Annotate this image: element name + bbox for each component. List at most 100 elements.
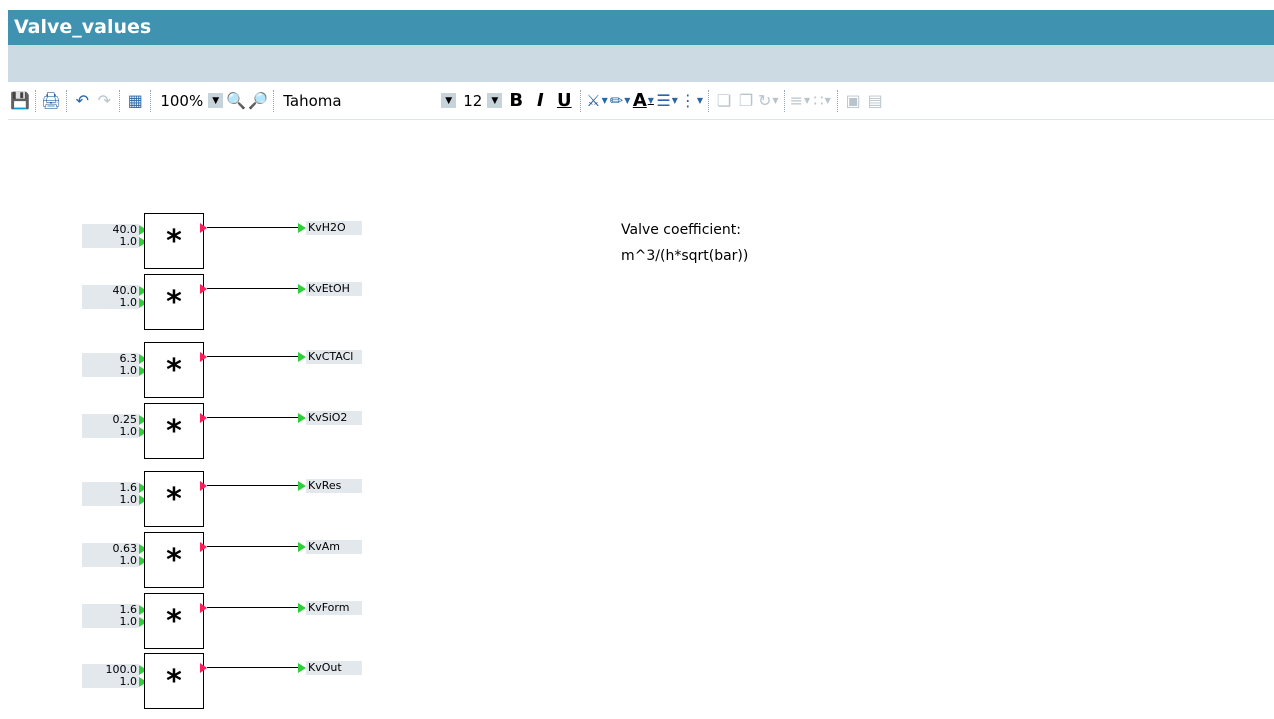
output-pin[interactable] bbox=[200, 352, 207, 362]
multiply-operator-box[interactable]: * bbox=[144, 593, 204, 649]
output-tag-label[interactable]: KvCTACl bbox=[306, 350, 362, 364]
multiply-operator-box[interactable]: * bbox=[144, 653, 204, 709]
target-pin[interactable] bbox=[298, 223, 306, 233]
output-tag-label[interactable]: KvSiO2 bbox=[306, 411, 362, 425]
toolbar-separator bbox=[580, 89, 582, 112]
target-pin[interactable] bbox=[298, 284, 306, 294]
output-tag-label[interactable]: KvEtOH bbox=[306, 282, 362, 296]
line-weight-icon[interactable]: ☰ ▼ bbox=[656, 89, 678, 113]
group-icon[interactable]: ▣ bbox=[843, 89, 863, 113]
output-tag-label[interactable]: KvRes bbox=[306, 479, 362, 493]
chevron-down-icon[interactable]: ▼ bbox=[487, 93, 503, 108]
bold-button[interactable]: B bbox=[505, 89, 527, 113]
bring-front-icon[interactable]: ❏ bbox=[714, 89, 734, 113]
output-pin[interactable] bbox=[200, 413, 207, 423]
multiply-operator-box[interactable]: * bbox=[144, 532, 204, 588]
connection-wire[interactable] bbox=[207, 417, 299, 418]
chevron-down-icon[interactable]: ▼ bbox=[441, 93, 457, 108]
output-pin[interactable] bbox=[200, 542, 207, 552]
font-size-select[interactable]: 12 ▼ bbox=[459, 89, 503, 113]
zoom-select[interactable]: 100% ▼ bbox=[156, 89, 224, 113]
output-tag-label[interactable]: KvAm bbox=[306, 540, 362, 554]
output-pin[interactable] bbox=[200, 663, 207, 673]
target-pin[interactable] bbox=[298, 542, 306, 552]
zoom-in-icon[interactable]: 🔎 bbox=[248, 89, 268, 113]
multiply-operator-box[interactable]: * bbox=[144, 342, 204, 398]
font-name-select[interactable]: Tahoma ▼ bbox=[279, 89, 457, 113]
toolbar-separator bbox=[783, 89, 785, 112]
send-back-icon[interactable]: ❐ bbox=[736, 89, 756, 113]
multiply-symbol: * bbox=[166, 413, 182, 449]
multiply-symbol: * bbox=[166, 223, 182, 259]
output-pin[interactable] bbox=[200, 603, 207, 613]
target-pin[interactable] bbox=[298, 352, 306, 362]
connection-wire[interactable] bbox=[207, 227, 299, 228]
output-tag-label[interactable]: KvH2O bbox=[306, 221, 362, 235]
output-tag-label[interactable]: KvOut bbox=[306, 661, 362, 675]
multiply-operator-box[interactable]: * bbox=[144, 274, 204, 330]
connection-wire[interactable] bbox=[207, 288, 299, 289]
output-pin[interactable] bbox=[200, 284, 207, 294]
target-pin[interactable] bbox=[298, 603, 306, 613]
target-pin[interactable] bbox=[298, 481, 306, 491]
grid-icon[interactable]: ▦ bbox=[125, 89, 145, 113]
input-value-2[interactable]: 1.0 bbox=[82, 616, 139, 628]
input-value-2[interactable]: 1.0 bbox=[82, 297, 139, 309]
toolbar-separator bbox=[35, 89, 36, 112]
output-pin[interactable] bbox=[200, 481, 207, 491]
font-name-value: Tahoma bbox=[283, 91, 342, 110]
rotate-icon[interactable]: ↻ ▼ bbox=[758, 89, 779, 113]
connection-wire[interactable] bbox=[207, 546, 299, 547]
multiply-operator-box[interactable]: * bbox=[144, 471, 204, 527]
align-icon[interactable]: ≡ ▼ bbox=[790, 89, 811, 113]
zoom-out-icon[interactable]: 🔍 bbox=[226, 89, 246, 113]
connection-wire[interactable] bbox=[207, 607, 299, 608]
multiply-symbol: * bbox=[166, 352, 182, 388]
input-value-2[interactable]: 1.0 bbox=[82, 494, 139, 506]
underline-button[interactable]: U bbox=[553, 89, 575, 113]
line-style-icon[interactable]: ⋮ ▼ bbox=[680, 89, 703, 113]
input-value-2[interactable]: 1.0 bbox=[82, 555, 139, 567]
toolbar: 💾 🖨 ↶ ↷ ▦ 100% ▼ 🔍 🔎 Tahoma ▼ 12 ▼ B I U… bbox=[8, 82, 1274, 120]
menu-strip bbox=[8, 45, 1274, 82]
multiply-symbol: * bbox=[166, 663, 182, 699]
note-text: Valve coefficient: m^3/(h*sqrt(bar)) bbox=[621, 217, 748, 269]
print-icon[interactable]: 🖨 bbox=[41, 89, 61, 113]
diagram-canvas: Valve coefficient: m^3/(h*sqrt(bar)) 40.… bbox=[8, 121, 1274, 719]
window-title: Valve_values bbox=[8, 10, 1274, 45]
multiply-symbol: * bbox=[166, 481, 182, 517]
target-pin[interactable] bbox=[298, 413, 306, 423]
font-size-value: 12 bbox=[463, 91, 483, 110]
output-pin[interactable] bbox=[200, 223, 207, 233]
input-value-2[interactable]: 1.0 bbox=[82, 236, 139, 248]
zoom-value: 100% bbox=[160, 91, 204, 110]
toolbar-separator bbox=[273, 89, 275, 112]
multiply-symbol: * bbox=[166, 542, 182, 578]
save-icon[interactable]: 💾 bbox=[10, 89, 30, 113]
distribute-icon[interactable]: ∷ ▼ bbox=[812, 89, 832, 113]
input-value-2[interactable]: 1.0 bbox=[82, 365, 139, 377]
ungroup-icon[interactable]: ▤ bbox=[865, 89, 885, 113]
multiply-operator-box[interactable]: * bbox=[144, 403, 204, 459]
multiply-symbol: * bbox=[166, 603, 182, 639]
toolbar-separator bbox=[837, 89, 839, 112]
line-color-icon[interactable]: ✏ ▼ bbox=[610, 89, 631, 113]
italic-button[interactable]: I bbox=[529, 89, 551, 113]
note-line-1: Valve coefficient: bbox=[621, 222, 741, 238]
multiply-symbol: * bbox=[166, 284, 182, 320]
toolbar-separator bbox=[150, 89, 152, 112]
text-color-button[interactable]: A ▼ bbox=[632, 89, 654, 113]
input-value-2[interactable]: 1.0 bbox=[82, 426, 139, 438]
connection-wire[interactable] bbox=[207, 356, 299, 357]
note-line-2: m^3/(h*sqrt(bar)) bbox=[621, 248, 749, 264]
undo-icon[interactable]: ↶ bbox=[72, 89, 92, 113]
chevron-down-icon[interactable]: ▼ bbox=[208, 93, 224, 108]
redo-icon[interactable]: ↷ bbox=[94, 89, 114, 113]
output-tag-label[interactable]: KvForm bbox=[306, 601, 362, 615]
input-value-2[interactable]: 1.0 bbox=[82, 676, 139, 688]
connection-wire[interactable] bbox=[207, 485, 299, 486]
connection-wire[interactable] bbox=[207, 667, 299, 668]
fill-color-icon[interactable]: ⚔ ▼ bbox=[586, 89, 608, 113]
multiply-operator-box[interactable]: * bbox=[144, 213, 204, 269]
target-pin[interactable] bbox=[298, 663, 306, 673]
